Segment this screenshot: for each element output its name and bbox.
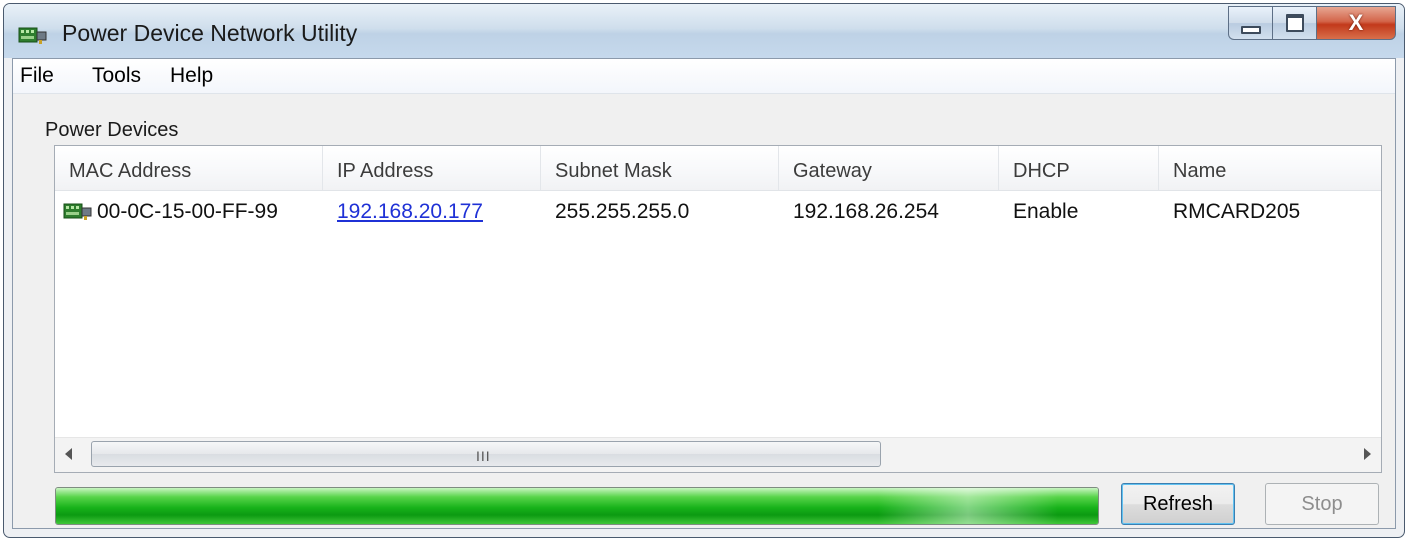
list-header: MAC Address IP Address Subnet Mask Gatew… [55, 146, 1381, 191]
column-header-dhcp[interactable]: DHCP [999, 146, 1159, 190]
column-header-gateway[interactable]: Gateway [779, 146, 999, 190]
title-bar[interactable]: Power Device Network Utility X [4, 4, 1404, 58]
menu-help[interactable]: Help [167, 64, 216, 88]
window-client-area: File Tools Help Power Devices MAC Addres… [12, 58, 1396, 529]
scrollbar-grip: III [476, 448, 491, 464]
column-header-name[interactable]: Name [1159, 146, 1381, 190]
stop-button[interactable]: Stop [1265, 483, 1379, 525]
menu-bar: File Tools Help [13, 59, 1395, 94]
maximize-button[interactable] [1272, 6, 1316, 40]
maximize-icon [1285, 14, 1304, 32]
minimize-button[interactable] [1228, 6, 1272, 40]
device-list[interactable]: MAC Address IP Address Subnet Mask Gatew… [54, 145, 1382, 473]
column-header-ip[interactable]: IP Address [323, 146, 541, 190]
scroll-left-icon[interactable] [65, 448, 72, 460]
cell-gateway: 192.168.26.254 [793, 200, 939, 223]
app-window: Power Device Network Utility X File Tool… [3, 3, 1405, 538]
network-card-icon [63, 203, 92, 220]
close-icon: X [1348, 10, 1364, 35]
cell-mac: 00-0C-15-00-FF-99 [55, 192, 323, 232]
window-controls: X [1228, 6, 1396, 42]
refresh-button[interactable]: Refresh [1121, 483, 1235, 525]
cell-dhcp: Enable [1013, 200, 1079, 223]
menu-tools[interactable]: Tools [89, 64, 144, 88]
menu-file[interactable]: File [17, 64, 57, 88]
window-title: Power Device Network Utility [62, 20, 358, 46]
table-row[interactable]: 00-0C-15-00-FF-99 192.168.20.177 255.255… [55, 192, 1381, 232]
minimize-icon [1240, 26, 1261, 34]
mac-address-value: 00-0C-15-00-FF-99 [97, 200, 278, 223]
network-card-icon [18, 27, 47, 44]
scrollbar-thumb[interactable]: III [91, 441, 881, 467]
scan-progress-bar [55, 487, 1099, 525]
close-button[interactable]: X [1316, 6, 1396, 40]
column-header-subnet[interactable]: Subnet Mask [541, 146, 779, 190]
progress-shine [878, 488, 1058, 524]
ip-address-link[interactable]: 192.168.20.177 [337, 200, 483, 223]
column-header-mac[interactable]: MAC Address [55, 146, 323, 190]
cell-name: RMCARD205 [1173, 200, 1301, 223]
cell-subnet: 255.255.255.0 [555, 200, 690, 223]
scroll-right-icon[interactable] [1364, 448, 1371, 460]
cell-ip: 192.168.20.177 [323, 192, 541, 232]
power-devices-label: Power Devices [45, 119, 179, 141]
horizontal-scrollbar[interactable]: III [55, 437, 1381, 472]
